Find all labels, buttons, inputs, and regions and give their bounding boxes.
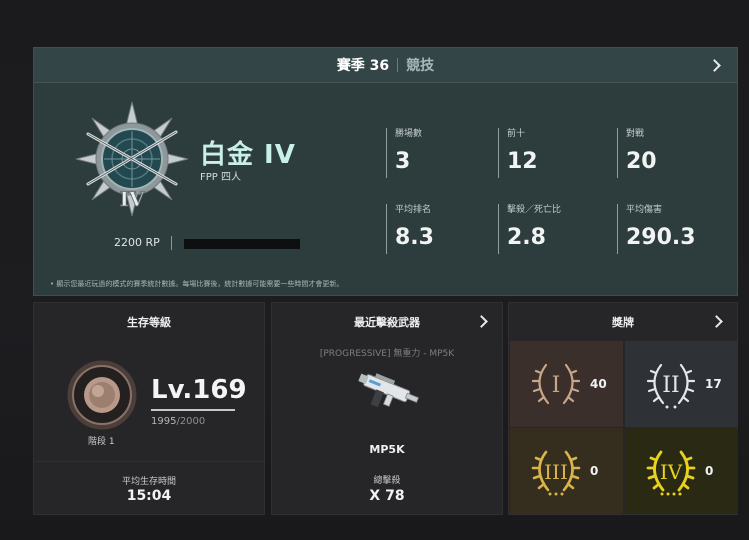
total-kills-value: X 78 [369, 488, 405, 504]
stat-avg-damage: 平均傷害 290.3 [617, 204, 696, 254]
stat-value: 20 [626, 149, 657, 174]
stat-label: 對戰 [626, 129, 645, 139]
stat-value: 3 [395, 149, 411, 174]
medals-title: 獎牌 [612, 316, 634, 329]
medal-count: 0 [590, 464, 599, 478]
xp-max: /2000 [176, 416, 206, 427]
medals-card[interactable]: 獎牌 I 40 II 17 III 0 IV 0 [508, 302, 738, 515]
laurel-medal-icon: I [531, 363, 581, 405]
stat-kd: 擊殺／死亡比 2.8 [498, 204, 561, 254]
survival-level: Lv.169 [151, 375, 247, 405]
stat-value: 12 [507, 149, 538, 174]
weapon-name: MP5K [369, 443, 405, 456]
medal-tier-2: II 17 [625, 341, 738, 427]
rank-points: 2200 RP [114, 236, 160, 249]
stat-label: 前十 [507, 129, 526, 139]
rank-queue: FPP 四人 [200, 172, 241, 183]
xp-current: 1995 [151, 416, 177, 427]
laurel-medal-icon: II [646, 363, 696, 409]
chevron-right-icon[interactable] [708, 59, 721, 72]
stat-label: 平均排名 [395, 205, 432, 215]
medal-tier-4: IV 0 [625, 428, 738, 514]
total-kills-label: 總擊殺 [373, 476, 401, 486]
survival-medallion-icon [66, 359, 138, 431]
laurel-medal-icon: IV [646, 450, 696, 496]
stat-label: 勝場數 [395, 129, 423, 139]
weapon-full-name: [PROGRESSIVE] 無重力 - MP5K [319, 349, 455, 359]
season-mode: 競技 [406, 58, 435, 74]
season-panel: 賽季 36 競技 IV 白金 IV FPP 四人 2200 RP 勝場數 3 前… [33, 47, 738, 296]
laurel-medal-icon: III [531, 450, 581, 496]
medal-numeral: I [552, 373, 561, 398]
stat-value: 290.3 [626, 225, 696, 250]
stat-matches: 對戰 20 [617, 128, 657, 178]
level-xp: 1995/2000 [151, 416, 205, 427]
recent-weapon-card[interactable]: 最近擊殺武器 [PROGRESSIVE] 無重力 - MP5K MP5K 總擊殺… [271, 302, 503, 515]
medal-numeral: II [662, 373, 679, 398]
avg-survival-label: 平均生存時間 [121, 477, 176, 487]
stat-value: 2.8 [507, 225, 546, 250]
divider [34, 461, 264, 462]
season-header[interactable]: 賽季 36 競技 [34, 48, 737, 83]
rp-divider [171, 236, 172, 250]
medal-numeral: III [544, 460, 568, 484]
medal-tier-3: III 0 [510, 428, 623, 514]
rank-name: 白金 IV [200, 140, 296, 170]
stat-label: 擊殺／死亡比 [507, 205, 562, 215]
medal-numeral: IV [660, 460, 683, 484]
avg-survival-value: 15:04 [126, 488, 172, 504]
stat-avg-rank: 平均排名 8.3 [386, 204, 434, 254]
smg-weapon-icon [358, 373, 419, 408]
medal-tier-1: I 40 [510, 341, 623, 427]
weapon-card-title: 最近擊殺武器 [354, 316, 420, 329]
rp-progress-bar [184, 239, 300, 249]
rank-emblem-icon: IV [75, 101, 189, 217]
stat-wins: 勝場數 3 [386, 128, 422, 178]
season-title: 賽季 36 [336, 58, 390, 74]
header-divider [397, 58, 399, 72]
survival-title: 生存等級 [127, 316, 171, 329]
medal-count: 40 [590, 377, 607, 391]
survival-tier: 階段 1 [88, 437, 115, 447]
medal-count: 0 [705, 464, 714, 478]
level-progress-bar [151, 409, 235, 411]
rank-emblem-numeral: IV [120, 187, 145, 211]
survival-level-card: 生存等級 階段 1 Lv.169 1995/2000 平均生存時間 15:04 [33, 302, 265, 515]
medal-count: 17 [705, 377, 722, 391]
stat-value: 8.3 [395, 225, 434, 250]
stat-label: 平均傷害 [626, 205, 663, 215]
stats-footnote: • 顯示您最近玩過的模式的賽季統計數據。每場比賽後，統計數據可能需要一些時間才會… [50, 280, 344, 288]
stat-top10: 前十 12 [498, 128, 538, 178]
